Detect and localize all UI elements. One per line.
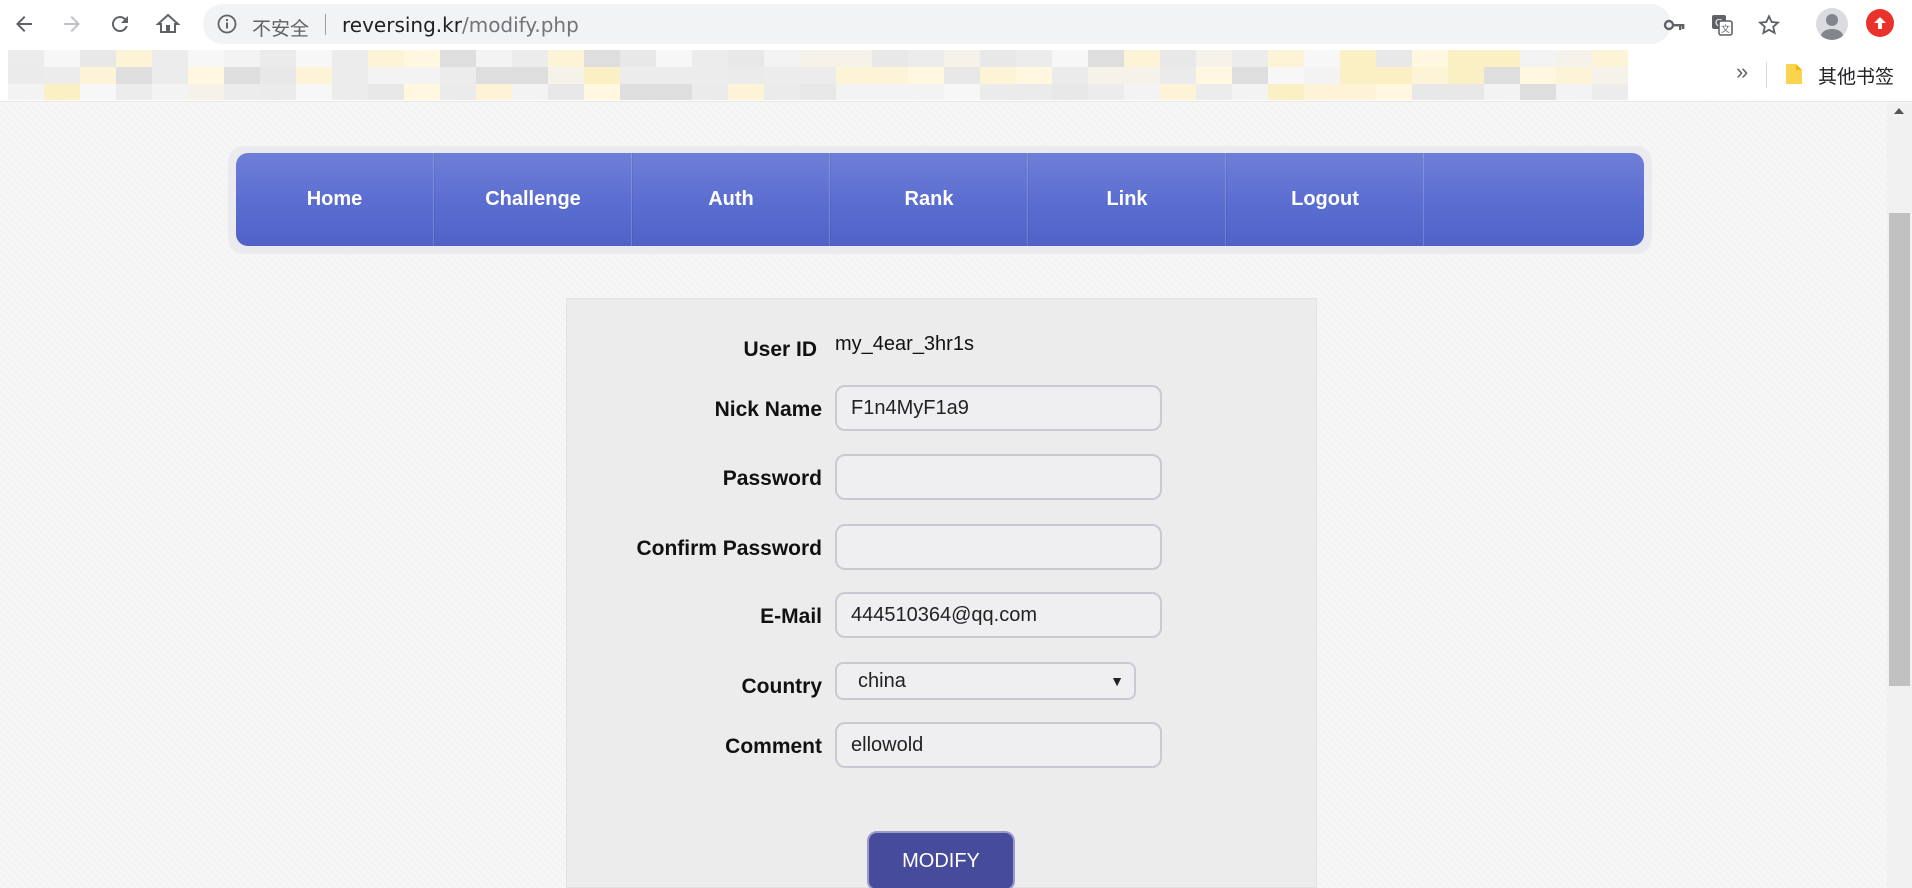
address-bar[interactable]: 不安全 reversing.kr/modify.php G文: [203, 4, 1781, 44]
reload-icon[interactable]: [105, 9, 135, 39]
modify-button[interactable]: MODIFY: [867, 831, 1015, 888]
nav-link[interactable]: Link: [1028, 153, 1226, 246]
email-label: E-Mail: [760, 605, 822, 628]
email-input[interactable]: [835, 592, 1162, 638]
confirm-password-label: Confirm Password: [636, 537, 822, 560]
forward-icon[interactable]: [57, 9, 87, 39]
url-text[interactable]: reversing.kr/modify.php: [342, 13, 579, 37]
update-icon[interactable]: [1866, 9, 1894, 37]
country-select[interactable]: china ▼: [835, 662, 1136, 700]
nick-name-input[interactable]: [835, 385, 1162, 431]
nav-challenge[interactable]: Challenge: [434, 153, 632, 246]
folder-icon: [1784, 63, 1804, 90]
site-nav: Home Challenge Auth Rank Link Logout: [236, 153, 1644, 246]
user-id-label: User ID: [743, 338, 817, 361]
key-icon[interactable]: [1663, 14, 1685, 36]
bookmarks-overflow-button[interactable]: »: [1736, 59, 1748, 85]
dropdown-caret-icon: ▼: [1110, 673, 1124, 689]
password-input[interactable]: [835, 454, 1162, 500]
bookmarks-bar: » 其他书签: [0, 48, 1912, 102]
comment-input[interactable]: [835, 722, 1162, 768]
info-icon[interactable]: [217, 14, 237, 34]
browser-toolbar: 不安全 reversing.kr/modify.php G文: [0, 0, 1912, 48]
user-id-value: my_4ear_3hr1s: [835, 333, 974, 355]
url-host: reversing.kr: [342, 13, 462, 37]
nick-name-label: Nick Name: [714, 398, 822, 421]
pixelated-bookmarks: [8, 50, 1628, 101]
nav-logout[interactable]: Logout: [1226, 153, 1424, 246]
svg-text:文: 文: [1721, 23, 1730, 35]
nav-home[interactable]: Home: [236, 153, 434, 246]
comment-label: Comment: [725, 735, 822, 758]
back-icon[interactable]: [9, 9, 39, 39]
bookmarks-separator: [1766, 62, 1767, 88]
country-label: Country: [741, 675, 823, 698]
home-icon[interactable]: [153, 9, 183, 39]
address-separator: [325, 14, 326, 35]
scrollbar-thumb[interactable]: [1889, 213, 1910, 686]
security-label: 不安全: [252, 18, 310, 40]
nav-filler: [1424, 153, 1644, 246]
country-selected-value: china: [858, 670, 906, 692]
other-bookmarks-link[interactable]: 其他书签: [1818, 62, 1894, 89]
profile-icon[interactable]: [1816, 8, 1848, 40]
password-label: Password: [722, 467, 822, 490]
nav-auth[interactable]: Auth: [632, 153, 830, 246]
scroll-up-icon[interactable]: [1894, 108, 1904, 114]
translate-icon[interactable]: G文: [1711, 14, 1733, 36]
confirm-password-input[interactable]: [835, 524, 1162, 570]
nav-rank[interactable]: Rank: [830, 153, 1028, 246]
star-icon[interactable]: [1757, 14, 1781, 36]
url-path: /modify.php: [461, 13, 579, 37]
